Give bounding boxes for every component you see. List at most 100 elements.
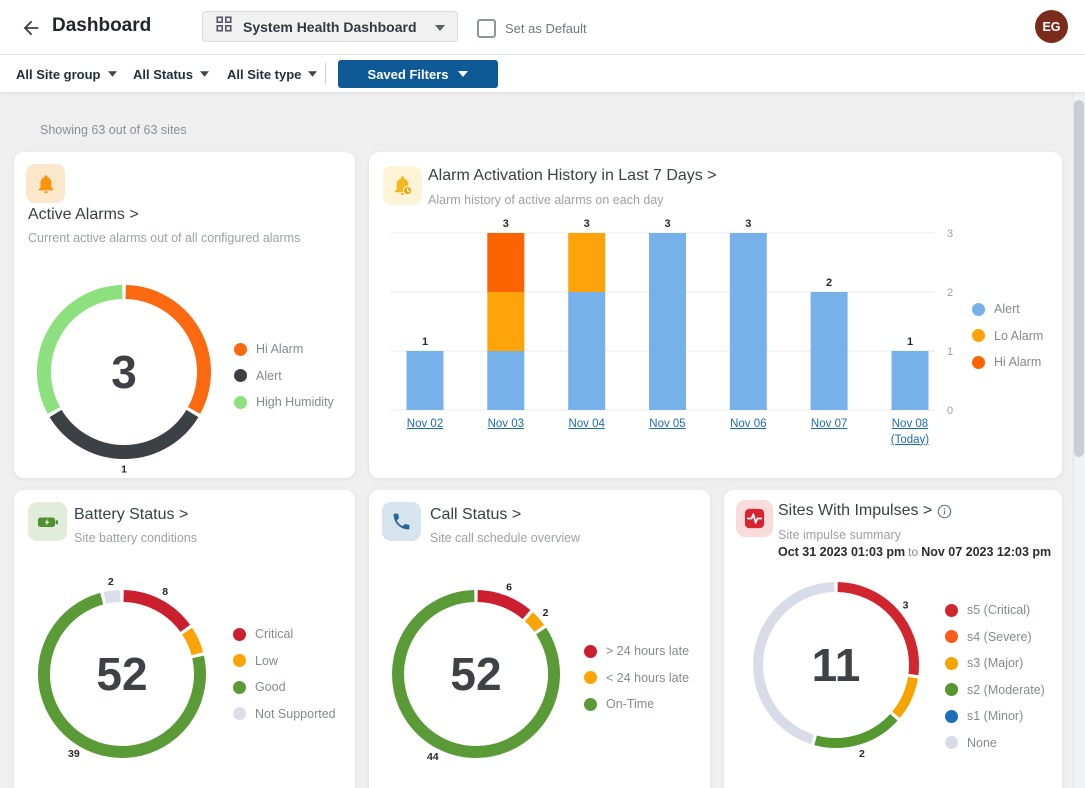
status-filter-dropdown[interactable]: All Status: [133, 56, 209, 92]
legend-item: On-Time: [584, 697, 689, 711]
bar-segment-lo-alarm: [487, 292, 524, 351]
donut-segment-hi-alarm: [126, 292, 204, 411]
dashboard-grid-icon: [215, 15, 233, 38]
bar-x-date-link[interactable]: Nov 08(Today): [891, 417, 929, 448]
y-axis-tick: 2: [947, 287, 953, 299]
bar-segment-alert: [487, 351, 524, 410]
impulses-date-range: Oct 31 2023 01:03 pmtoNov 07 2023 12:03 …: [778, 545, 1051, 559]
bar-total-label: 3: [664, 218, 670, 230]
legend-dot-icon: [584, 671, 597, 684]
legend-item: s5 (Critical): [945, 603, 1045, 617]
bar-total-label: 3: [503, 218, 509, 230]
date-join: to: [905, 545, 921, 559]
legend-label: Low: [255, 654, 278, 668]
site-group-filter-dropdown[interactable]: All Site group: [16, 56, 117, 92]
set-default-label: Set as Default: [505, 21, 587, 36]
legend-label: s4 (Severe): [967, 630, 1032, 644]
legend-item: Lo Alarm: [972, 329, 1043, 343]
chevron-down-icon: [200, 71, 209, 77]
active-alarms-total: 3: [111, 345, 137, 399]
legend-item: Good: [233, 680, 336, 694]
donut-segment-low: [187, 631, 197, 654]
battery-status-title-link[interactable]: Battery Status >: [74, 506, 188, 524]
call-status-subtitle: Site call schedule overview: [430, 531, 580, 545]
alarm-history-bell-clock-icon: [383, 166, 422, 205]
donut-segment-critical: [124, 596, 186, 628]
legend-item: Critical: [233, 627, 336, 641]
set-default-checkbox[interactable]: [477, 19, 496, 38]
filter-divider: [325, 63, 326, 85]
bar-total-label: 2: [826, 277, 832, 289]
bar-x-date-link[interactable]: Nov 07: [811, 417, 847, 433]
impulses-title-row: Sites With Impulses >: [778, 502, 952, 520]
call-total: 52: [450, 647, 501, 701]
legend-label: Lo Alarm: [994, 329, 1043, 343]
legend-label: s1 (Minor): [967, 709, 1023, 723]
legend-label: None: [967, 736, 997, 750]
legend-label: s5 (Critical): [967, 603, 1030, 617]
legend-label: Good: [255, 680, 286, 694]
bar-x-date-link[interactable]: Nov 02: [407, 417, 443, 433]
legend-label: High Humidity: [256, 395, 334, 409]
legend-dot-icon: [945, 710, 958, 723]
call-status-title-link[interactable]: Call Status >: [430, 506, 521, 524]
donut-segment--24-hours-late: [478, 596, 527, 615]
legend-label: Alert: [994, 302, 1020, 316]
bar-segment-alert: [568, 292, 605, 410]
impulses-title-link[interactable]: Sites With Impulses >: [778, 502, 932, 520]
legend-dot-icon: [234, 396, 247, 409]
bar-x-date-link[interactable]: Nov 04: [568, 417, 604, 433]
donut-segment-not-supported: [105, 596, 120, 598]
date-from: Oct 31 2023 01:03 pm: [778, 545, 905, 559]
user-avatar[interactable]: EG: [1035, 10, 1068, 43]
y-axis-tick: 3: [947, 228, 953, 240]
impulses-subtitle: Site impulse summary: [778, 528, 901, 542]
legend-label: Not Supported: [255, 707, 336, 721]
call-legend: > 24 hours late< 24 hours lateOn-Time: [584, 644, 689, 724]
bar-total-label: 3: [745, 218, 751, 230]
date-to: Nov 07 2023 12:03 pm: [921, 545, 1051, 559]
legend-label: Hi Alarm: [994, 355, 1041, 369]
active-alarms-title-link[interactable]: Active Alarms >: [28, 206, 139, 224]
saved-filters-button[interactable]: Saved Filters: [338, 60, 498, 88]
legend-item: s4 (Severe): [945, 630, 1045, 644]
bar-x-date-link[interactable]: Nov 05: [649, 417, 685, 433]
chevron-down-icon: [435, 18, 445, 36]
top-bar: Dashboard System Health Dashboard Set as…: [0, 0, 1085, 55]
legend-label: Alert: [256, 369, 282, 383]
battery-status-subtitle: Site battery conditions: [74, 531, 197, 545]
site-type-filter-dropdown[interactable]: All Site type: [227, 56, 317, 92]
bar-x-date-link[interactable]: Nov 06: [730, 417, 766, 433]
legend-item: Alert: [972, 302, 1043, 316]
donut-segment-value: 8: [162, 586, 168, 598]
bar-segment-alert: [730, 233, 767, 410]
donut-segment-value: 2: [543, 607, 549, 619]
active-alarms-legend: Hi AlarmAlertHigh Humidity: [234, 342, 334, 422]
info-icon[interactable]: [937, 504, 952, 519]
bar-segment-alert: [407, 351, 444, 410]
scrollbar-thumb[interactable]: [1074, 100, 1084, 457]
bar-total-label: 3: [584, 218, 590, 230]
y-axis-tick: 1: [947, 346, 953, 358]
legend-dot-icon: [945, 657, 958, 670]
bar-x-date-link[interactable]: Nov 03: [488, 417, 524, 433]
set-default-row: Set as Default: [477, 19, 587, 38]
legend-item: s3 (Major): [945, 656, 1045, 670]
bar-segment-alert: [649, 233, 686, 410]
battery-icon: [28, 502, 67, 541]
bar-segment-alert: [892, 351, 929, 410]
active-alarms-subtitle: Current active alarms out of all configu…: [28, 231, 300, 245]
phone-icon: [382, 502, 421, 541]
dashboard-selector-dropdown[interactable]: System Health Dashboard: [202, 11, 458, 42]
legend-dot-icon: [945, 630, 958, 643]
legend-label: < 24 hours late: [606, 671, 689, 685]
dashboard-page: Dashboard System Health Dashboard Set as…: [0, 0, 1085, 788]
back-arrow-icon[interactable]: [20, 17, 44, 39]
legend-item: Alert: [234, 369, 334, 383]
donut-segment-value: 1: [121, 464, 127, 476]
site-type-filter-label: All Site type: [227, 67, 301, 82]
legend-dot-icon: [584, 698, 597, 711]
legend-dot-icon: [584, 645, 597, 658]
alarm-history-title-link[interactable]: Alarm Activation History in Last 7 Days …: [428, 167, 717, 185]
impulses-total: 11: [812, 638, 861, 692]
